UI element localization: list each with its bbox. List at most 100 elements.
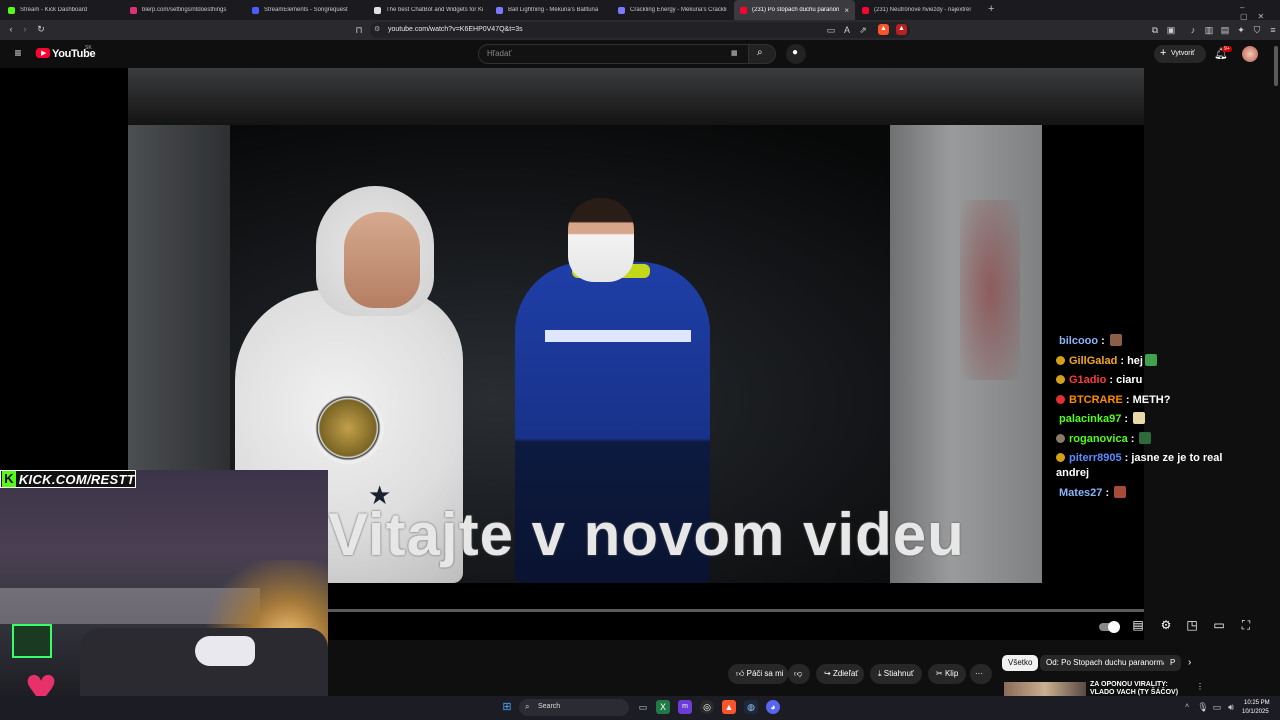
brave-browser-icon[interactable]: ▲ [722,700,736,714]
task-view-icon[interactable]: ▭ [636,700,650,714]
tab-favicon-icon [252,6,259,14]
steam-icon[interactable]: ◍ [744,700,758,714]
vpn-icon[interactable]: ⛉ [1252,25,1262,35]
goose-plush [195,636,255,666]
chat-separator: : [1098,335,1108,347]
wallet-icon[interactable]: ▤ [1220,25,1230,35]
reload-icon[interactable]: ↻ [36,24,46,34]
chat-username: palacinka97 [1059,413,1122,425]
kick-channel-text: KICK.COM/RESTT [18,471,135,487]
like-button[interactable]: 👍︎ Páči sa mi [728,664,788,684]
browser-tab[interactable]: StreamElements - Songrequest [246,0,367,20]
chip-from-channel[interactable]: Od: Po Stopach duchu paranormal [1040,655,1176,671]
app-purple-icon[interactable]: m [678,700,692,714]
windows-start-icon[interactable]: ⊞ [500,700,514,714]
keyboard-icon[interactable]: ▦ [731,49,738,57]
menu-icon[interactable]: ≡ [1268,25,1278,35]
screenshot-icon[interactable]: ▣ [1166,25,1176,35]
new-tab-icon[interactable]: + [988,3,994,15]
hoodie-medallion [312,392,384,464]
autoplay-toggle-icon[interactable] [1098,616,1120,634]
music-icon[interactable]: ♪ [1188,25,1198,35]
chevron-right-icon[interactable]: › [1188,657,1191,668]
url-text: youtube.com/watch?v=K6EHP0V47Q&t=3s [388,26,523,33]
browser-tab[interactable]: Crackling Energy - Mekuna's Cracklin [612,0,733,20]
chat-separator: : [1117,354,1128,367]
share-button[interactable]: ↪ Zdieľať [816,664,864,684]
network-icon[interactable]: ▭ [1210,700,1224,714]
browser-tab[interactable]: The best ChatBot and Widgets for Kick [368,0,489,20]
clock-date[interactable]: 10/1/2025 [1242,709,1269,715]
subtitles-icon[interactable]: ▤ [1130,616,1146,634]
tray-overflow-icon[interactable]: ˄ [1180,700,1194,714]
clip-button[interactable]: ✂ Klip [928,664,966,684]
player-controls: ▤ ⚙ ◳ ▭ ⛶ [1098,616,1258,636]
search-box[interactable]: Hľadať ▦ [478,44,772,64]
close-tab-icon[interactable]: × [844,6,849,15]
chat-text: METH? [1132,393,1171,406]
tab-label: The best ChatBot and Widgets for Kick [386,7,483,13]
cast-icon[interactable]: ▭ [826,25,836,35]
thumbs-up-icon: 👍︎ [736,669,745,678]
chip-all[interactable]: Všetko [1002,655,1039,671]
site-info-icon[interactable]: ⚙ [374,25,380,33]
more-actions-button[interactable]: ··· [970,664,992,684]
dislike-button[interactable]: 👎︎ [788,664,810,684]
chat-message: piterr8905 : jasne ze je to real andrej [1056,451,1232,481]
browser-tab[interactable]: (231) Po stopach duchu paranormal × [734,0,855,20]
recommended-menu-icon[interactable]: ⋮ [1196,682,1204,691]
forward-icon[interactable]: › [20,24,30,34]
thumbs-down-icon: 👎︎ [794,669,803,678]
extensions-icon[interactable]: ⧉ [1150,25,1160,35]
back-icon[interactable]: ‹ [6,24,16,34]
miniplayer-icon[interactable]: ◳ [1184,616,1200,634]
brave-shield-icon[interactable]: ▲ [878,24,889,35]
app-circle-icon[interactable]: ◎ [700,700,714,714]
discord-icon[interactable]: ◕ [766,700,780,714]
rewards-icon[interactable]: ▲ [896,24,907,35]
plus-icon: + [1160,47,1167,59]
youtube-logo-icon[interactable]: ▶ [36,48,50,58]
leo-icon[interactable]: ✦ [1236,25,1246,35]
video-actions: 👍︎ Páči sa mi 👎︎ ↪ Zdieľať ⤓ Stiahnuť ✂ … [720,664,1000,686]
chat-username: BTCRARE [1069,393,1123,406]
progress-bar[interactable] [328,609,1144,612]
chat-separator: : [1121,452,1132,464]
window-controls[interactable]: –▢✕ [1240,3,1280,21]
page-scrollbar[interactable] [1274,46,1278,86]
kick-overlay-banner: K KICK.COM/RESTT [0,470,136,488]
video-subtitle: Vitajte v novom videu [328,501,965,568]
taskbar-search[interactable]: ⌕ Search [519,699,629,716]
sidebar-icon[interactable]: ▥ [1204,25,1214,35]
clock-time[interactable]: 10:25 PM [1244,700,1270,706]
browser-tab[interactable]: Ball Lightning - Mekuna's Balltuna [490,0,611,20]
excel-icon[interactable]: X [656,700,670,714]
search-input[interactable]: Hľadať [487,49,511,58]
translate-icon[interactable]: A [842,25,852,35]
notification-badge: 9+ [1222,46,1232,52]
more-label: ··· [975,669,983,678]
browser-tab[interactable]: (231) Neutrónové hviezdy - najextrém [856,0,977,20]
download-button[interactable]: ⤓ Stiahnuť [870,664,922,684]
microphone-tray-icon[interactable]: 🎙︎ [1196,700,1210,714]
browser-tab[interactable]: Stream - Kick Dashboard [2,0,123,20]
fullscreen-icon[interactable]: ⛶ [1238,616,1254,634]
kick-logo-icon: K [2,471,16,487]
browser-tab[interactable]: blerp.com/settings/ntdoesthings [124,0,245,20]
chip-next[interactable]: P [1164,655,1182,671]
like-label: Páči sa mi [746,669,784,678]
voice-search-button[interactable]: ● [786,44,806,64]
search-button[interactable]: ⌕ [748,44,776,64]
bookmark-icon[interactable]: ⊓ [354,25,364,35]
share-page-icon[interactable]: ⇗ [858,25,868,35]
volume-icon[interactable]: 🔊︎ [1224,700,1238,714]
theater-mode-icon[interactable]: ▭ [1211,616,1227,634]
tab-favicon-icon [740,6,747,14]
settings-gear-icon[interactable]: ⚙ [1158,616,1174,634]
tab-favicon-icon [130,6,137,14]
hamburger-menu-icon[interactable]: ≡ [12,47,24,59]
chat-separator: : [1102,486,1113,499]
recommended-title[interactable]: ZA OPONOU VIRALITY: VLADO VACH (TY ŠÁČOV… [1090,681,1190,697]
create-button[interactable]: + Vytvoriť [1154,45,1206,63]
avatar[interactable] [1242,46,1258,62]
